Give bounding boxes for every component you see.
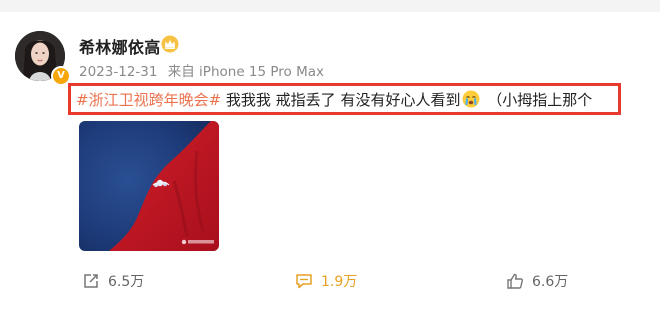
share-icon <box>84 274 98 288</box>
weibo-post-card: V 希林娜依高 2023-12-31 来自 iPhone 15 Pro Max … <box>0 0 660 309</box>
comment-icon <box>296 274 312 289</box>
like-count: 6.6万 <box>532 274 569 290</box>
top-divider <box>0 0 660 12</box>
comment-button[interactable]: 1.9万 <box>295 268 357 294</box>
thumbs-up-icon <box>507 273 523 289</box>
crown-member-icon[interactable] <box>161 35 179 53</box>
share-count: 6.5万 <box>108 274 145 290</box>
like-button[interactable]: 6.6万 <box>506 268 568 294</box>
author-name[interactable]: 希林娜依高 <box>79 34 161 58</box>
highlight-box <box>68 83 621 115</box>
post-image[interactable] <box>79 121 219 251</box>
share-button[interactable]: 6.5万 <box>82 268 144 294</box>
post-meta: 2023-12-31 来自 iPhone 15 Pro Max <box>79 60 330 80</box>
post-source: 来自 iPhone 15 Pro Max <box>167 64 325 80</box>
post-date[interactable]: 2023-12-31 <box>79 64 157 80</box>
action-bar: 6.5万 1.9万 6.6万 <box>0 268 660 294</box>
comment-count: 1.9万 <box>321 274 358 290</box>
